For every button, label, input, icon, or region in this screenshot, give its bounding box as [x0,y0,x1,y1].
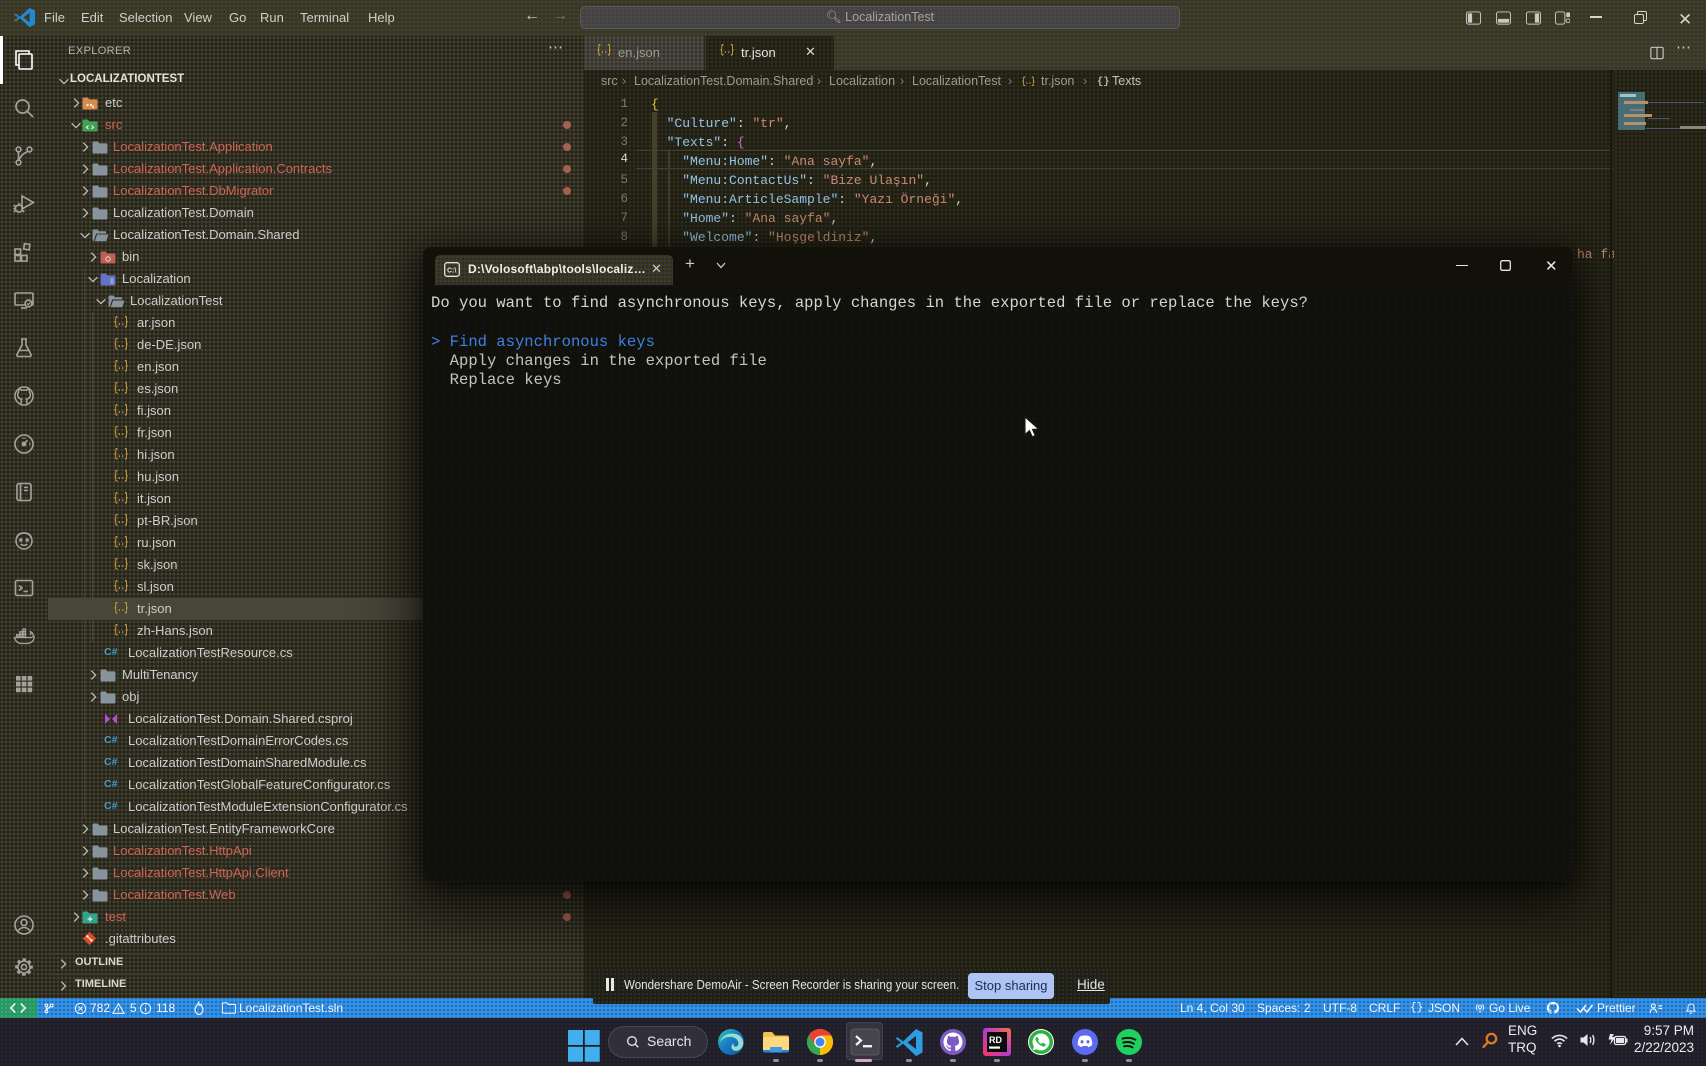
svg-text:RD: RD [989,1035,1002,1045]
svg-text:C:\: C:\ [447,268,456,275]
